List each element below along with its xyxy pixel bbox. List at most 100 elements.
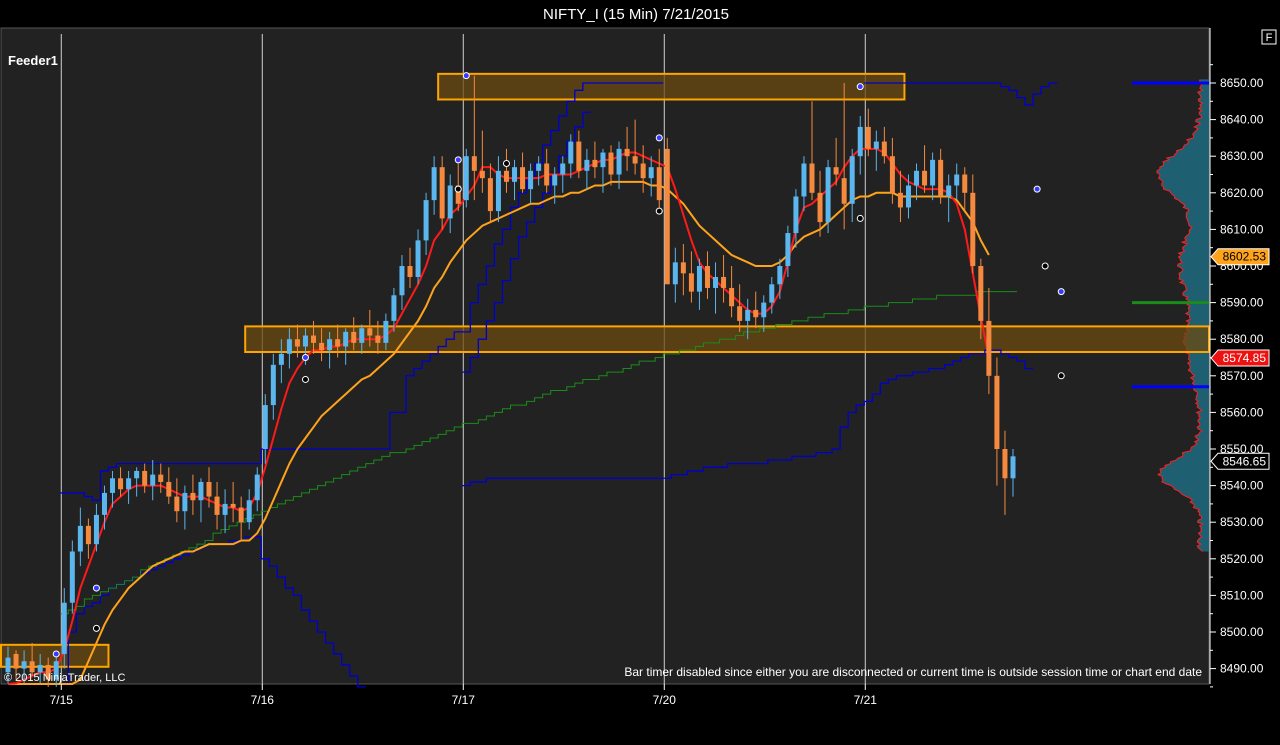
candle-body (150, 474, 156, 486)
candle-body (648, 167, 654, 179)
price-tick-label: 8650.00 (1220, 76, 1264, 90)
chart-window: NIFTY_I (15 Min) 7/21/2015 8490.00 8500.0… (0, 0, 1280, 740)
f-button-label: F (1266, 32, 1273, 44)
price-tick-label: 8570.00 (1220, 369, 1264, 383)
candle-body (560, 163, 566, 175)
price-marker-label: 8602.53 (1223, 250, 1267, 264)
candle-body (5, 657, 11, 673)
candle-body (962, 174, 968, 193)
candle-body (986, 320, 992, 376)
candle-body (737, 306, 743, 321)
candle-body (270, 364, 276, 406)
candle-body (696, 266, 702, 292)
candle-body (544, 163, 550, 186)
swing-dot (1033, 185, 1041, 193)
candle-body (126, 478, 132, 490)
candle-body (873, 141, 879, 149)
candle-body (246, 500, 252, 523)
candle-body (713, 276, 719, 288)
candle-body (914, 170, 920, 186)
candle-body (688, 273, 694, 292)
candle-body (447, 185, 453, 219)
candle (439, 156, 445, 230)
candle-body (118, 478, 124, 490)
candle-body (375, 335, 381, 343)
candle-body (729, 287, 735, 307)
swing-dot (502, 160, 510, 168)
swing-dot (1041, 262, 1049, 270)
candle-body (13, 653, 19, 669)
candle-body (833, 167, 839, 175)
status-message: Bar timer disabled since either you are … (624, 665, 1202, 679)
candle-body (624, 148, 630, 157)
chart-title: NIFTY_I (15 Min) 7/21/2015 (543, 6, 729, 23)
candle-body (142, 470, 148, 486)
candle-body (495, 170, 501, 212)
candle-body (632, 156, 638, 164)
candle-body (897, 192, 903, 208)
candle-body (568, 141, 574, 164)
candle-body (825, 167, 831, 223)
swing-dot (655, 207, 663, 215)
candle-body (391, 295, 397, 321)
price-tick-label: 8590.00 (1220, 296, 1264, 310)
candle-body (423, 200, 429, 241)
candle-body (359, 328, 365, 343)
swing-dot (92, 624, 100, 632)
time-label: 7/16 (251, 693, 275, 707)
candle-body (77, 525, 83, 552)
candle-body (174, 496, 180, 512)
candle-body (222, 503, 228, 515)
swing-dot (301, 354, 309, 361)
swing-dot (454, 156, 462, 164)
candle-body (672, 262, 678, 285)
swing-dot (301, 375, 309, 383)
swing-dot (454, 185, 462, 193)
swing-dot (52, 650, 60, 658)
candle-body (158, 474, 164, 482)
swing-dot (462, 72, 470, 80)
candle-body (769, 284, 775, 303)
candle (463, 148, 469, 208)
price-chart: NIFTY_I (15 Min) 7/21/2015 8490.00 8500.0… (0, 0, 1280, 740)
swing-dot (856, 83, 864, 91)
candle-body (319, 342, 325, 351)
candle-body (1010, 456, 1016, 479)
price-tick-label: 8640.00 (1220, 113, 1264, 127)
candle-body (704, 266, 710, 288)
candle-body (93, 514, 99, 545)
candle-body (61, 602, 67, 654)
price-tick-label: 8580.00 (1220, 332, 1264, 346)
candle-body (608, 152, 614, 175)
candle-body (182, 492, 188, 512)
time-label: 7/20 (653, 693, 677, 707)
candle-body (383, 320, 389, 343)
candle-body (1002, 449, 1008, 479)
swing-dot (1057, 288, 1065, 296)
candle-body (528, 170, 534, 190)
candle-body (110, 478, 116, 493)
candle-body (439, 167, 445, 219)
candle-body (85, 525, 91, 545)
candle-body (238, 507, 244, 523)
candle-body (809, 163, 815, 193)
candle-body (905, 185, 911, 208)
price-tick-label: 8630.00 (1220, 149, 1264, 163)
candle-body (254, 474, 260, 501)
candle-body (881, 141, 887, 157)
candle-body (930, 159, 936, 186)
candle-body (777, 266, 783, 285)
swing-dot (856, 214, 864, 222)
candle-body (399, 266, 405, 296)
candle-body (600, 152, 606, 168)
candle-body (512, 167, 518, 182)
candle-body (21, 661, 27, 669)
price-tick-label: 8560.00 (1220, 405, 1264, 419)
candle-body (69, 551, 75, 603)
candle-body (415, 240, 421, 277)
candle-body (978, 266, 984, 321)
time-label: 7/17 (452, 693, 476, 707)
candle-body (166, 481, 172, 497)
candle-body (463, 156, 469, 201)
candle-body (817, 192, 823, 223)
